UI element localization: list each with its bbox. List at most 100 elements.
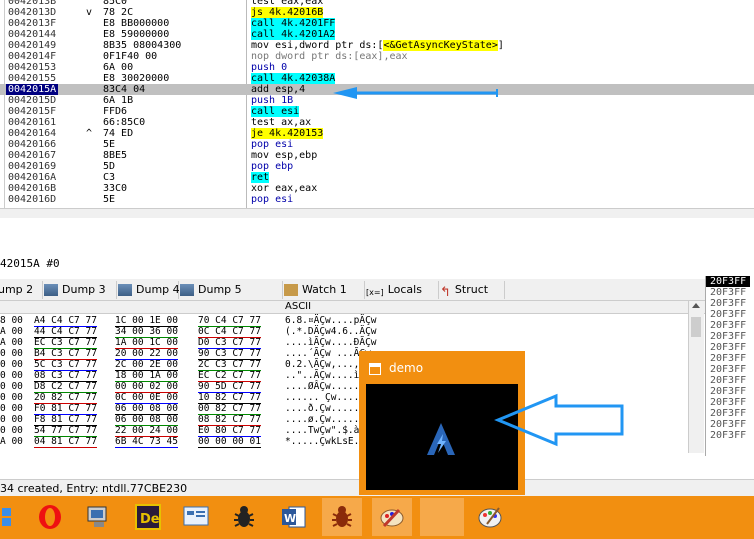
- instruction: ret: [251, 172, 270, 183]
- ascii-text: 6.8.¤ÄÇw....pÄÇw: [285, 315, 377, 326]
- palette-icon: [478, 507, 502, 528]
- disasm-row[interactable]: 0042016D 5E pop esi: [0, 194, 754, 205]
- ascii-text: ....´ÃÇw ...ÃÇw: [285, 348, 371, 359]
- address: 0042015D: [8, 95, 57, 106]
- hex-bytes: 8 00: [0, 315, 23, 326]
- jump-marker: v: [86, 7, 93, 18]
- stack-entry[interactable]: 20F3FF: [710, 320, 746, 331]
- disasm-row[interactable]: 00420167 8BE5 mov esp,ebp: [0, 150, 754, 161]
- instruction-text: test ax,ax: [251, 117, 312, 128]
- disasm-row[interactable]: 00420155 E8 30020000 call 4k.42038A: [0, 73, 754, 84]
- instruction-highlight: call 4k.42038A: [251, 73, 336, 84]
- taskbar-debugger-2[interactable]: [322, 498, 362, 536]
- tab-dump-5[interactable]: Dump 5: [180, 281, 283, 299]
- windows-logo-icon: [2, 508, 11, 526]
- hex-bytes: 0 00: [0, 425, 23, 436]
- stack-entry[interactable]: 20F3FF: [710, 397, 746, 408]
- hex-bytes: A 00: [0, 436, 23, 447]
- disasm-row[interactable]: 0042013B 85C0 test eax,eax: [0, 0, 754, 7]
- hex-bytes: 0 00: [0, 370, 23, 381]
- stack-entry[interactable]: 20F3FF: [710, 309, 746, 320]
- opcode-bytes: E8 59000000: [103, 29, 170, 40]
- tab-struct[interactable]: ↰ Struct: [440, 281, 505, 300]
- disasm-row[interactable]: 0042013D v 78 2C js 4k.42016B: [0, 7, 754, 18]
- stack-entry[interactable]: 20F3FF: [710, 331, 746, 342]
- stack-entry[interactable]: 20F3FF: [710, 287, 746, 298]
- vertical-scrollbar[interactable]: [688, 301, 704, 453]
- address: 0042013F: [8, 18, 57, 29]
- scroll-up-icon[interactable]: [692, 303, 700, 308]
- status-text: 34 created, Entry: ntdll.77CBE230: [0, 482, 188, 495]
- stack-pane[interactable]: 20F3FF 20F3FF 20F3FF 20F3FF 20F3FF 20F3FF 20F3…: [705, 276, 754, 456]
- disasm-row[interactable]: 00420149 8B35 08004300 mov esi,dword ptr d…: [0, 40, 754, 51]
- instruction-text: pop ebp: [251, 161, 294, 172]
- taskbar-control-panel[interactable]: [176, 498, 216, 536]
- address: 0042013D: [8, 7, 57, 18]
- stack-entry[interactable]: 20F3FF: [710, 408, 746, 419]
- disasm-row[interactable]: 00420166 5E pop esi: [0, 139, 754, 150]
- taskbar-debugger[interactable]: [224, 498, 264, 536]
- tab-dump-3[interactable]: Dump 3: [44, 281, 117, 299]
- disasm-row[interactable]: 00420164 ^ 74 ED je 4k.420153: [0, 128, 754, 139]
- address: 00420149: [8, 40, 57, 51]
- taskbar-network[interactable]: [78, 498, 118, 536]
- hex-bytes: 0 00: [0, 403, 23, 414]
- disasm-row[interactable]: 00420144 E8 59000000 call 4k.4201A2: [0, 29, 754, 40]
- disasm-row[interactable]: 00420169 5D pop ebp: [0, 161, 754, 172]
- ascii-text: ....ø.Çw.....Çw: [285, 414, 371, 425]
- stack-entry[interactable]: 20F3FF: [710, 353, 746, 364]
- ascii-text: ....ìÃÇw....ÐÃÇw: [285, 337, 377, 348]
- taskbar-opera[interactable]: [30, 498, 70, 536]
- locals-icon: [x=]: [366, 288, 384, 297]
- tab-dump-4[interactable]: Dump 4: [118, 281, 180, 299]
- instruction-highlight: <&GetAsyncKeyState>: [383, 40, 498, 51]
- svg-text:W: W: [284, 512, 296, 525]
- disasm-row[interactable]: 00420153 6A 00 push 0: [0, 62, 754, 73]
- opcode-bytes: 78 2C: [103, 7, 134, 18]
- horizontal-scrollbar[interactable]: [0, 208, 754, 218]
- disasm-row[interactable]: 0042016B 33C0 xor eax,eax: [0, 183, 754, 194]
- stack-top-entry[interactable]: 20F3FF: [706, 276, 751, 287]
- taskbar-word[interactable]: W: [274, 498, 314, 536]
- scroll-thumb[interactable]: [691, 317, 701, 337]
- taskbar-paint[interactable]: [372, 498, 412, 536]
- start-button[interactable]: [0, 498, 22, 536]
- stack-entry[interactable]: 20F3FF: [710, 430, 746, 441]
- instruction: push 1B: [251, 95, 293, 106]
- stack-entry[interactable]: 20F3FF: [710, 298, 746, 309]
- instruction-text: pop esi: [251, 194, 294, 205]
- hex-bytes: 00 00 00 01: [198, 436, 261, 448]
- opcode-bytes: 6A 00: [103, 62, 134, 73]
- instruction-text: add esp,4: [251, 84, 306, 95]
- tab-ump-2[interactable]: ump 2: [0, 281, 43, 299]
- hex-bytes: 0 00: [0, 359, 23, 370]
- hex-bytes: 0 00: [0, 381, 23, 392]
- disasm-row[interactable]: 0042013F E8 BB000000 call 4k.4201FF: [0, 18, 754, 29]
- opcode-bytes: 5E: [103, 194, 116, 205]
- stack-entry[interactable]: 20F3FF: [710, 386, 746, 397]
- disasm-row[interactable]: 00420161 66:85C0 test ax,ax: [0, 117, 754, 128]
- stack-entry[interactable]: 20F3FF: [710, 342, 746, 353]
- address: 0042013B: [8, 0, 57, 7]
- disasm-row[interactable]: 0042016A C3 ret: [0, 172, 754, 183]
- disassembly-pane[interactable]: 0042013B 85C0 test eax,eax 0042013D v 78 2C js…: [0, 0, 754, 218]
- ascii-text: ....TwÇw".$.àÇw: [285, 425, 371, 436]
- opcode-bytes: 0F1F40 00: [103, 51, 158, 62]
- tab-watch-1[interactable]: Watch 1: [284, 281, 365, 299]
- instruction: call esi: [251, 106, 300, 117]
- tab-locals[interactable]: [x=] Locals: [366, 281, 439, 299]
- disasm-row[interactable]: 0042015F FFD6 call esi: [0, 106, 754, 117]
- disasm-row[interactable]: 0042014F 0F1F40 00 nop dword ptr ds:[eax],…: [0, 51, 754, 62]
- stack-entry[interactable]: 20F3FF: [710, 419, 746, 430]
- instruction: pop esi: [251, 194, 293, 205]
- struct-icon: ↰: [440, 285, 451, 300]
- stack-entry[interactable]: 20F3FF: [710, 364, 746, 375]
- opcode-bytes: E8 BB000000: [103, 18, 170, 29]
- taskbar-demo[interactable]: [420, 498, 464, 536]
- address: 00420155: [8, 73, 57, 84]
- stack-entry[interactable]: 20F3FF: [710, 375, 746, 386]
- jump-marker: ^: [86, 128, 93, 139]
- address: 00420144: [8, 29, 57, 40]
- taskbar-premiere[interactable]: De: [128, 498, 168, 536]
- taskbar-palette[interactable]: [470, 498, 510, 536]
